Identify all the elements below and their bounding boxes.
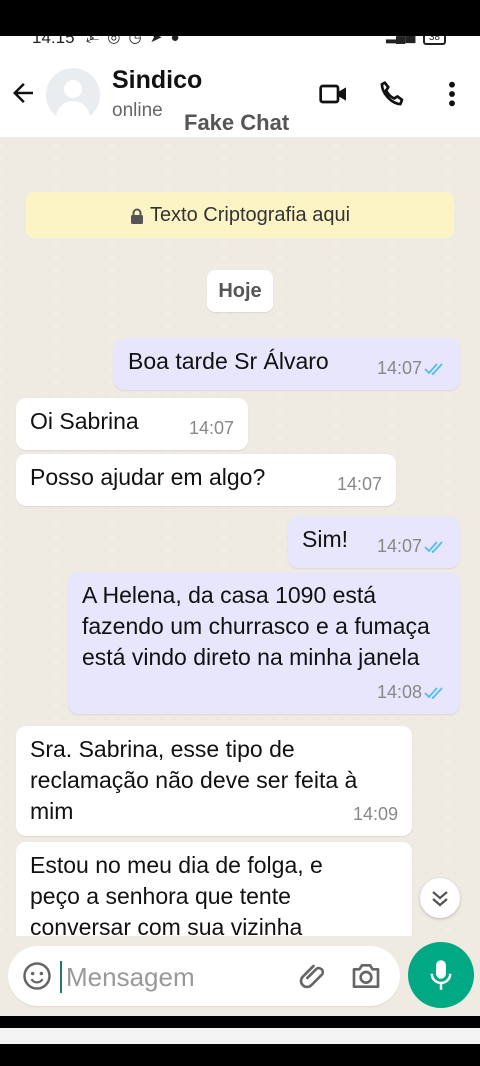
status-bar: 14:15 ⍼ ◎ ◷ ➤ ● ▂▄▆ 38 [0, 36, 480, 48]
avatar[interactable] [46, 68, 100, 122]
text-caret [60, 961, 62, 993]
signal-icon: ▂▄▆ [386, 36, 415, 43]
battery-icon: 38 [422, 36, 446, 45]
composer-bar [0, 936, 480, 1016]
encryption-banner[interactable]: Texto Criptografia aqui [26, 192, 454, 238]
message-text: Sim! [302, 526, 348, 552]
chat-area[interactable]: Texto Criptografia aqui Hoje Boa tarde S… [0, 138, 480, 936]
message-bubble-outgoing[interactable]: A Helena, da casa 1090 está fazendo um c… [68, 572, 460, 714]
message-time: 14:07 [336, 474, 382, 494]
avatar-head [64, 80, 82, 98]
double-check-icon [424, 541, 443, 554]
chat-header: Sindico online Fake Chat [0, 48, 480, 138]
status-time: 14:15 [32, 36, 75, 47]
double-check-icon [424, 687, 443, 700]
message-text: Oi Sabrina [30, 408, 139, 434]
status-right-icons: ▂▄▆ 38 [386, 36, 446, 45]
attach-icon[interactable] [298, 960, 330, 992]
message-time: 14:07 [376, 358, 422, 378]
message-time: 14:07 [188, 418, 234, 438]
message-text: Posso ajudar em algo? [30, 464, 266, 490]
message-text: Sra. Sabrina, esse tipo de reclamação nã… [30, 736, 358, 824]
message-input-container[interactable] [8, 946, 400, 1006]
voice-message-button[interactable] [408, 942, 474, 1008]
message-time: 14:08 [376, 682, 422, 702]
emoji-icon[interactable] [22, 961, 52, 991]
video-call-icon[interactable] [318, 78, 350, 110]
screen-bottom-bezel [0, 1016, 480, 1066]
message-input[interactable] [66, 958, 296, 996]
message-bubble-outgoing[interactable]: Boa tarde Sr Álvaro 14:07 [114, 338, 460, 390]
avatar-body [56, 101, 90, 122]
message-bubble-incoming[interactable]: Estou no meu dia de folga, e peço a senh… [16, 842, 412, 936]
contact-name[interactable]: Sindico [112, 66, 202, 95]
contact-status: online [112, 100, 163, 121]
message-bubble-outgoing[interactable]: Sim! 14:07 [288, 516, 460, 568]
navigation-bar [0, 1028, 480, 1044]
message-text: Estou no meu dia de folga, e peço a senh… [30, 852, 323, 936]
double-check-icon [424, 363, 443, 376]
chevron-double-down-icon [432, 891, 448, 907]
message-time: 14:07 [376, 536, 422, 556]
screen-top-bezel [0, 0, 480, 36]
message-bubble-incoming[interactable]: Oi Sabrina 14:07 [16, 398, 248, 450]
microphone-icon [430, 960, 452, 990]
date-chip: Hoje [207, 270, 273, 312]
status-notification-icons: ⍼ ◎ ◷ ➤ ● [86, 36, 182, 46]
lock-icon [130, 208, 143, 224]
message-time: 14:09 [352, 804, 398, 824]
message-text: Boa tarde Sr Álvaro [128, 348, 329, 374]
back-arrow-icon[interactable] [8, 78, 38, 108]
encryption-text: Texto Criptografia aqui [149, 204, 351, 226]
camera-icon[interactable] [350, 961, 382, 991]
message-bubble-incoming[interactable]: Sra. Sabrina, esse tipo de reclamação nã… [16, 726, 412, 836]
watermark-text: Fake Chat [184, 110, 290, 135]
message-bubble-incoming[interactable]: Posso ajudar em algo? 14:07 [16, 454, 396, 506]
message-text: A Helena, da casa 1090 está fazendo um c… [82, 582, 430, 670]
scroll-to-bottom-button[interactable] [420, 878, 460, 918]
more-options-icon[interactable] [436, 78, 468, 110]
phone-call-icon[interactable] [376, 78, 408, 110]
